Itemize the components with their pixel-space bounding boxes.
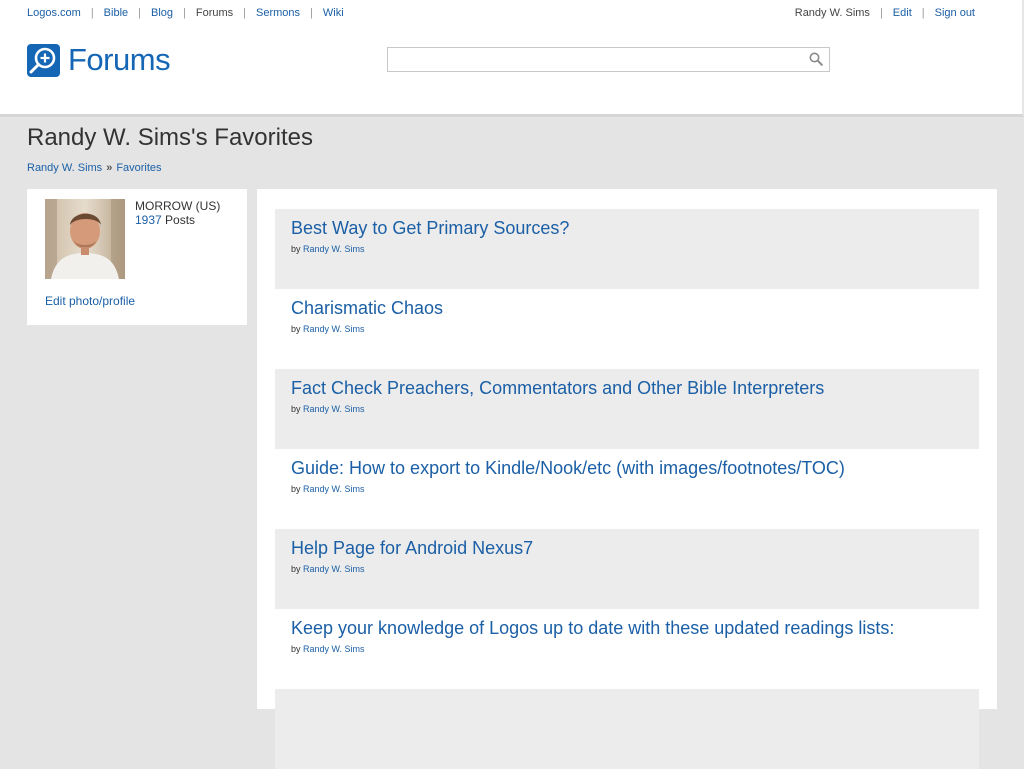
nav-wiki[interactable]: Wiki: [323, 7, 344, 19]
breadcrumb-user[interactable]: Randy W. Sims: [27, 162, 102, 174]
edit-link[interactable]: Edit: [893, 7, 912, 19]
search-icon[interactable]: [809, 52, 823, 66]
nav-separator: |: [90, 7, 94, 19]
favorites-panel: Best Way to Get Primary Sources? by Rand…: [257, 189, 997, 769]
list-item: Guide: How to export to Kindle/Nook/etc …: [275, 449, 979, 529]
nav-blog[interactable]: Blog: [151, 7, 173, 19]
list-item: [275, 689, 979, 769]
posts-label: Posts: [165, 213, 196, 227]
page-title: Randy W. Sims's Favorites: [27, 124, 313, 151]
favorite-title-link[interactable]: Help Page for Android Nexus7: [291, 538, 533, 559]
breadcrumb: Randy W. Sims » Favorites: [27, 162, 162, 174]
nav-separator: |: [183, 7, 186, 19]
favorite-byline: by Randy W. Sims: [291, 484, 365, 494]
author-link[interactable]: Randy W. Sims: [303, 644, 365, 654]
favorite-byline: by Randy W. Sims: [291, 564, 365, 574]
favorite-title-link[interactable]: Guide: How to export to Kindle/Nook/etc …: [291, 458, 845, 479]
author-link[interactable]: Randy W. Sims: [303, 404, 365, 414]
breadcrumb-separator: »: [106, 162, 113, 174]
favorite-byline: by Randy W. Sims: [291, 324, 365, 334]
favorite-title-link[interactable]: Best Way to Get Primary Sources?: [291, 218, 569, 239]
site-header: Logos.com | Bible | Blog | Forums | Serm…: [0, 0, 1024, 117]
favorites-list: Best Way to Get Primary Sources? by Rand…: [275, 209, 979, 769]
list-item: Best Way to Get Primary Sources? by Rand…: [275, 209, 979, 289]
search-box: [387, 47, 830, 72]
list-item: Keep your knowledge of Logos up to date …: [275, 609, 979, 689]
by-label: by: [291, 324, 301, 334]
nav-separator: |: [138, 7, 141, 19]
nav-logos-com[interactable]: Logos.com: [27, 7, 81, 19]
logo-text: Forums: [68, 42, 171, 77]
by-label: by: [291, 564, 301, 574]
nav-separator: |: [310, 7, 313, 19]
favorite-title-link[interactable]: Charismatic Chaos: [291, 298, 443, 319]
search-input[interactable]: [388, 48, 800, 69]
profile-card: MORROW (US) 1937 Posts Edit photo/profil…: [27, 189, 247, 325]
list-item: Fact Check Preachers, Commentators and O…: [275, 369, 979, 449]
user-nav: Randy W. Sims | Edit | Sign out: [795, 6, 975, 20]
top-nav: Logos.com | Bible | Blog | Forums | Serm…: [27, 6, 344, 20]
nav-forums: Forums: [195, 7, 234, 19]
current-username: Randy W. Sims: [794, 7, 870, 19]
breadcrumb-favorites[interactable]: Favorites: [116, 162, 161, 174]
by-label: by: [291, 644, 301, 654]
author-link[interactable]: Randy W. Sims: [303, 564, 365, 574]
sign-out-link[interactable]: Sign out: [935, 7, 975, 19]
forums-logo[interactable]: Forums: [27, 42, 171, 77]
nav-separator: |: [879, 7, 883, 19]
nav-separator: |: [243, 7, 247, 19]
author-link[interactable]: Randy W. Sims: [303, 324, 365, 334]
avatar[interactable]: [45, 199, 125, 279]
magnifier-cross-icon: [27, 43, 60, 77]
profile-location: MORROW (US): [135, 199, 221, 213]
nav-sermons[interactable]: Sermons: [256, 7, 300, 19]
favorite-byline: by Randy W. Sims: [291, 644, 365, 654]
nav-separator: |: [921, 7, 925, 19]
user-photo: [45, 199, 125, 279]
favorite-title-link[interactable]: Fact Check Preachers, Commentators and O…: [291, 378, 824, 399]
profile-info: MORROW (US) 1937 Posts: [135, 199, 220, 227]
favorite-byline: by Randy W. Sims: [291, 404, 365, 414]
author-link[interactable]: Randy W. Sims: [303, 484, 365, 494]
list-item: Help Page for Android Nexus7 by Randy W.…: [275, 529, 979, 609]
post-stats: 1937 Posts: [135, 213, 220, 227]
favorite-byline: by Randy W. Sims: [291, 244, 365, 254]
by-label: by: [291, 244, 301, 254]
favorite-title-link[interactable]: Keep your knowledge of Logos up to date …: [291, 618, 894, 639]
post-count[interactable]: 1937: [135, 213, 162, 227]
by-label: by: [291, 404, 301, 414]
edit-photo-profile-link[interactable]: Edit photo/profile: [45, 294, 135, 308]
nav-bible[interactable]: Bible: [104, 7, 128, 19]
list-item: Charismatic Chaos by Randy W. Sims: [275, 289, 979, 369]
by-label: by: [291, 484, 301, 494]
author-link[interactable]: Randy W. Sims: [303, 244, 365, 254]
